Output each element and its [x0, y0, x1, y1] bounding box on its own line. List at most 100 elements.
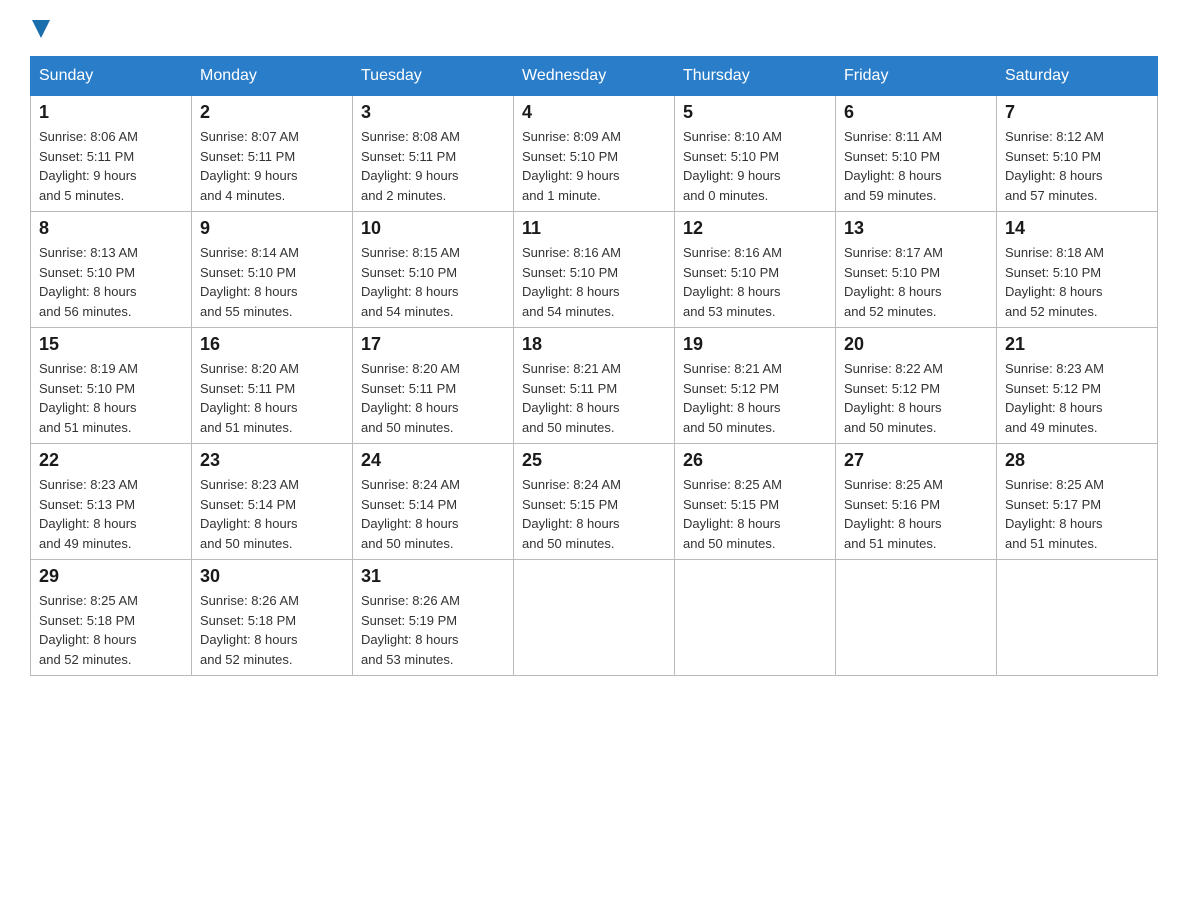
day-info: Sunrise: 8:24 AM Sunset: 5:15 PM Dayligh… — [522, 475, 666, 553]
calendar-week-row: 22 Sunrise: 8:23 AM Sunset: 5:13 PM Dayli… — [31, 444, 1158, 560]
day-info: Sunrise: 8:13 AM Sunset: 5:10 PM Dayligh… — [39, 243, 183, 321]
calendar-cell: 22 Sunrise: 8:23 AM Sunset: 5:13 PM Dayli… — [31, 444, 192, 560]
day-number: 22 — [39, 450, 183, 471]
calendar-cell: 7 Sunrise: 8:12 AM Sunset: 5:10 PM Daylig… — [997, 96, 1158, 212]
column-header-wednesday: Wednesday — [514, 57, 675, 96]
day-number: 8 — [39, 218, 183, 239]
calendar-cell: 13 Sunrise: 8:17 AM Sunset: 5:10 PM Dayli… — [836, 212, 997, 328]
day-info: Sunrise: 8:20 AM Sunset: 5:11 PM Dayligh… — [361, 359, 505, 437]
calendar-cell: 5 Sunrise: 8:10 AM Sunset: 5:10 PM Daylig… — [675, 96, 836, 212]
calendar-cell: 23Sunrise: 8:23 AM Sunset: 5:14 PM Dayli… — [192, 444, 353, 560]
column-header-tuesday: Tuesday — [353, 57, 514, 96]
day-info: Sunrise: 8:16 AM Sunset: 5:10 PM Dayligh… — [683, 243, 827, 321]
day-info: Sunrise: 8:25 AM Sunset: 5:17 PM Dayligh… — [1005, 475, 1149, 553]
day-info: Sunrise: 8:22 AM Sunset: 5:12 PM Dayligh… — [844, 359, 988, 437]
day-number: 1 — [39, 102, 183, 123]
calendar-cell: 12Sunrise: 8:16 AM Sunset: 5:10 PM Dayli… — [675, 212, 836, 328]
calendar-cell: 28 Sunrise: 8:25 AM Sunset: 5:17 PM Dayli… — [997, 444, 1158, 560]
calendar-cell: 9Sunrise: 8:14 AM Sunset: 5:10 PM Daylig… — [192, 212, 353, 328]
calendar-cell: 8 Sunrise: 8:13 AM Sunset: 5:10 PM Daylig… — [31, 212, 192, 328]
day-number: 14 — [1005, 218, 1149, 239]
column-header-saturday: Saturday — [997, 57, 1158, 96]
calendar-cell: 29 Sunrise: 8:25 AM Sunset: 5:18 PM Dayli… — [31, 560, 192, 676]
calendar-cell: 19 Sunrise: 8:21 AM Sunset: 5:12 PM Dayli… — [675, 328, 836, 444]
calendar-cell: 17 Sunrise: 8:20 AM Sunset: 5:11 PM Dayli… — [353, 328, 514, 444]
day-number: 16 — [200, 334, 344, 355]
day-info: Sunrise: 8:26 AM Sunset: 5:18 PM Dayligh… — [200, 591, 344, 669]
column-header-monday: Monday — [192, 57, 353, 96]
day-number: 19 — [683, 334, 827, 355]
calendar-cell: 3 Sunrise: 8:08 AM Sunset: 5:11 PM Daylig… — [353, 96, 514, 212]
day-number: 11 — [522, 218, 666, 239]
calendar-cell: 31 Sunrise: 8:26 AM Sunset: 5:19 PM Dayli… — [353, 560, 514, 676]
day-number: 21 — [1005, 334, 1149, 355]
day-number: 31 — [361, 566, 505, 587]
calendar-cell: 15Sunrise: 8:19 AM Sunset: 5:10 PM Dayli… — [31, 328, 192, 444]
calendar-cell: 6Sunrise: 8:11 AM Sunset: 5:10 PM Daylig… — [836, 96, 997, 212]
column-header-thursday: Thursday — [675, 57, 836, 96]
day-info: Sunrise: 8:25 AM Sunset: 5:15 PM Dayligh… — [683, 475, 827, 553]
calendar-cell — [514, 560, 675, 676]
calendar-cell — [997, 560, 1158, 676]
day-number: 29 — [39, 566, 183, 587]
day-number: 25 — [522, 450, 666, 471]
calendar-cell: 24Sunrise: 8:24 AM Sunset: 5:14 PM Dayli… — [353, 444, 514, 560]
calendar-table: SundayMondayTuesdayWednesdayThursdayFrid… — [30, 56, 1158, 676]
day-info: Sunrise: 8:08 AM Sunset: 5:11 PM Dayligh… — [361, 127, 505, 205]
day-info: Sunrise: 8:09 AM Sunset: 5:10 PM Dayligh… — [522, 127, 666, 205]
day-number: 30 — [200, 566, 344, 587]
calendar-week-row: 29 Sunrise: 8:25 AM Sunset: 5:18 PM Dayli… — [31, 560, 1158, 676]
column-header-sunday: Sunday — [31, 57, 192, 96]
day-info: Sunrise: 8:25 AM Sunset: 5:16 PM Dayligh… — [844, 475, 988, 553]
logo — [30, 20, 50, 38]
calendar-cell: 27Sunrise: 8:25 AM Sunset: 5:16 PM Dayli… — [836, 444, 997, 560]
calendar-cell — [675, 560, 836, 676]
day-info: Sunrise: 8:21 AM Sunset: 5:12 PM Dayligh… — [683, 359, 827, 437]
calendar-cell: 21Sunrise: 8:23 AM Sunset: 5:12 PM Dayli… — [997, 328, 1158, 444]
day-info: Sunrise: 8:19 AM Sunset: 5:10 PM Dayligh… — [39, 359, 183, 437]
day-info: Sunrise: 8:20 AM Sunset: 5:11 PM Dayligh… — [200, 359, 344, 437]
calendar-cell: 1 Sunrise: 8:06 AM Sunset: 5:11 PM Daylig… — [31, 96, 192, 212]
day-info: Sunrise: 8:06 AM Sunset: 5:11 PM Dayligh… — [39, 127, 183, 205]
day-info: Sunrise: 8:17 AM Sunset: 5:10 PM Dayligh… — [844, 243, 988, 321]
calendar-cell: 14 Sunrise: 8:18 AM Sunset: 5:10 PM Dayli… — [997, 212, 1158, 328]
day-info: Sunrise: 8:12 AM Sunset: 5:10 PM Dayligh… — [1005, 127, 1149, 205]
day-number: 4 — [522, 102, 666, 123]
calendar-cell — [836, 560, 997, 676]
calendar-cell: 4 Sunrise: 8:09 AM Sunset: 5:10 PM Daylig… — [514, 96, 675, 212]
day-info: Sunrise: 8:18 AM Sunset: 5:10 PM Dayligh… — [1005, 243, 1149, 321]
day-number: 17 — [361, 334, 505, 355]
day-info: Sunrise: 8:21 AM Sunset: 5:11 PM Dayligh… — [522, 359, 666, 437]
column-header-friday: Friday — [836, 57, 997, 96]
day-info: Sunrise: 8:23 AM Sunset: 5:14 PM Dayligh… — [200, 475, 344, 553]
calendar-week-row: 1 Sunrise: 8:06 AM Sunset: 5:11 PM Daylig… — [31, 96, 1158, 212]
day-number: 7 — [1005, 102, 1149, 123]
calendar-week-row: 15Sunrise: 8:19 AM Sunset: 5:10 PM Dayli… — [31, 328, 1158, 444]
calendar-cell: 18Sunrise: 8:21 AM Sunset: 5:11 PM Dayli… — [514, 328, 675, 444]
calendar-cell: 20Sunrise: 8:22 AM Sunset: 5:12 PM Dayli… — [836, 328, 997, 444]
day-number: 28 — [1005, 450, 1149, 471]
day-number: 24 — [361, 450, 505, 471]
day-number: 5 — [683, 102, 827, 123]
logo-arrow-icon — [32, 20, 50, 38]
day-number: 2 — [200, 102, 344, 123]
calendar-cell: 26 Sunrise: 8:25 AM Sunset: 5:15 PM Dayli… — [675, 444, 836, 560]
day-info: Sunrise: 8:10 AM Sunset: 5:10 PM Dayligh… — [683, 127, 827, 205]
calendar-cell: 30 Sunrise: 8:26 AM Sunset: 5:18 PM Dayli… — [192, 560, 353, 676]
day-number: 13 — [844, 218, 988, 239]
day-number: 3 — [361, 102, 505, 123]
day-number: 10 — [361, 218, 505, 239]
day-info: Sunrise: 8:11 AM Sunset: 5:10 PM Dayligh… — [844, 127, 988, 205]
calendar-week-row: 8 Sunrise: 8:13 AM Sunset: 5:10 PM Daylig… — [31, 212, 1158, 328]
calendar-cell: 16 Sunrise: 8:20 AM Sunset: 5:11 PM Dayli… — [192, 328, 353, 444]
day-info: Sunrise: 8:23 AM Sunset: 5:13 PM Dayligh… — [39, 475, 183, 553]
day-info: Sunrise: 8:07 AM Sunset: 5:11 PM Dayligh… — [200, 127, 344, 205]
day-info: Sunrise: 8:26 AM Sunset: 5:19 PM Dayligh… — [361, 591, 505, 669]
page-header — [30, 20, 1158, 38]
day-number: 9 — [200, 218, 344, 239]
day-info: Sunrise: 8:15 AM Sunset: 5:10 PM Dayligh… — [361, 243, 505, 321]
day-info: Sunrise: 8:25 AM Sunset: 5:18 PM Dayligh… — [39, 591, 183, 669]
calendar-cell: 10 Sunrise: 8:15 AM Sunset: 5:10 PM Dayli… — [353, 212, 514, 328]
calendar-cell: 11Sunrise: 8:16 AM Sunset: 5:10 PM Dayli… — [514, 212, 675, 328]
day-number: 26 — [683, 450, 827, 471]
